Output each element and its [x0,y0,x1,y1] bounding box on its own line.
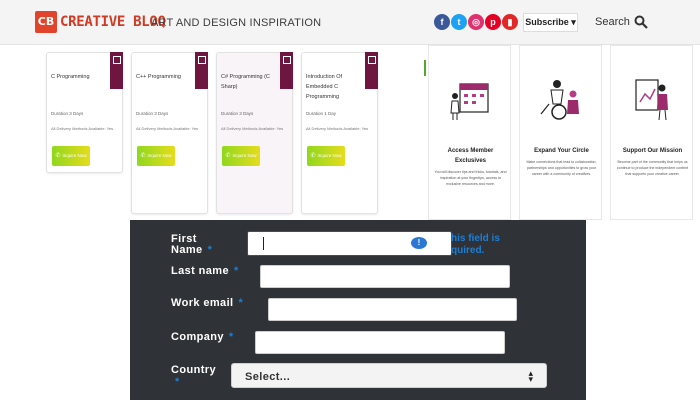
company-label: Company * [171,332,234,343]
course-delivery: All Delivery Methods Available: Yes [221,126,284,131]
inquire-button[interactable]: ✆ Inquire Now [52,146,90,166]
last-name-label: Last name * [171,266,239,277]
course-card[interactable]: C++ Programming Duration 3 Days All Deli… [131,52,208,214]
inquire-label: Inquire Now [317,153,342,158]
accent-bar [424,60,426,76]
bookmark-icon[interactable] [195,52,208,89]
required-marker: * [175,376,180,388]
search-label: Search [595,16,630,28]
benefit-title: Expand Your Circle [534,148,589,154]
company-label-text: Company [171,331,224,343]
instagram-icon[interactable]: ◎ [468,14,484,30]
phone-icon: ✆ [140,153,146,159]
benefit-title: Access Member Exclusives [447,148,494,164]
course-title: C++ Programming [136,74,181,80]
flipboard-icon[interactable]: ▮ [502,14,518,30]
course-card[interactable]: C# Programming (C Sharp) Duration 3 Days… [216,52,293,214]
first-name-input[interactable]: ! [247,231,452,256]
logo-text: CREATIVE BLOQ [60,14,166,30]
required-tooltip: his field is quired. [451,233,500,256]
bookmark-icon[interactable] [110,52,123,89]
twitter-icon[interactable]: t [451,14,467,30]
company-input[interactable] [255,331,505,354]
bookmark-icon[interactable] [280,52,293,89]
course-duration: Duration 3 Days [136,111,169,116]
calendar-illustration-icon [450,83,489,120]
phone-icon: ✆ [55,153,61,159]
text-caret [263,237,264,250]
benefit-description: You will discover tips and tricks, tutor… [434,170,507,186]
phone-icon: ✆ [225,153,231,159]
required-marker: * [207,244,213,256]
course-card[interactable]: Introduction Of Embedded C Programming D… [301,52,378,214]
logo-badge: CB [35,11,57,33]
social-links: f t ◎ p ▮ [434,14,519,30]
course-delivery: All Delivery Methods Available: Yes [306,126,369,131]
course-title: C# Programming (C Sharp) [221,74,270,90]
page: CB CREATIVE BLOQ ART AND DESIGN INSPIRAT… [0,0,700,400]
subscribe-button[interactable]: Subscribe ▾ [523,13,578,32]
inquire-label: Inquire Now [232,153,257,158]
site-tagline: ART AND DESIGN INSPIRATION [151,17,322,29]
course-title: C Programming [51,74,90,80]
course-duration: Duration 3 Days [51,111,84,116]
presenter-illustration-icon [635,79,668,121]
benefit-description: Make connections that lead to collaborat… [526,160,597,176]
phone-icon: ✆ [310,153,316,159]
inquire-label: Inquire Now [62,153,87,158]
country-select[interactable]: Select... ▴ ▾ [231,363,547,388]
inquire-button[interactable]: ✆ Inquire Now [222,146,260,166]
bookmark-icon[interactable] [365,52,378,89]
inquire-button[interactable]: ✆ Inquire Now [307,146,345,166]
country-label: Country * [171,364,231,388]
course-delivery: All Delivery Methods Available: Yes [51,126,114,131]
course-card[interactable]: C Programming Duration 3 Days All Delive… [46,52,123,173]
site-logo[interactable]: CB CREATIVE BLOQ [35,11,166,33]
first-name-label-text: First Name [171,233,203,256]
select-arrows-icon: ▴ ▾ [528,368,533,384]
pinterest-icon[interactable]: p [485,14,501,30]
last-name-input[interactable] [260,265,510,288]
work-email-label-text: Work email [171,297,234,309]
country-label-text: Country [171,364,216,376]
course-duration: Duration 1 Day [306,111,337,116]
course-title: Introduction Of Embedded C Programming [306,74,343,100]
course-duration: Duration 3 Days [221,111,254,116]
member-benefit-card: Expand Your Circle Make connections that… [519,45,602,220]
site-header: CB CREATIVE BLOQ ART AND DESIGN INSPIRAT… [0,0,700,45]
facebook-icon[interactable]: f [434,14,450,30]
required-marker: * [238,297,244,309]
country-select-value: Select... [245,371,291,383]
search-button[interactable]: Search [595,15,648,29]
member-benefit-card: Access Member Exclusives You will discov… [428,45,511,220]
work-email-label: Work email * [171,298,243,309]
first-name-label: First Name * [171,234,231,256]
warning-icon: ! [411,237,427,249]
inquire-label: Inquire Now [147,153,172,158]
search-icon [634,15,648,29]
required-marker: * [234,265,239,277]
inquire-button[interactable]: ✆ Inquire Now [137,146,175,166]
benefit-description: Become part of the community that helps … [616,160,689,176]
benefit-title: Support Our Mission [622,148,683,154]
people-illustration-icon [540,80,579,120]
course-delivery: All Delivery Methods Available: Yes [136,126,199,131]
last-name-label-text: Last name [171,265,230,277]
member-benefit-card: Support Our Mission Become part of the c… [610,45,693,220]
work-email-input[interactable] [268,298,517,321]
required-marker: * [228,331,234,343]
